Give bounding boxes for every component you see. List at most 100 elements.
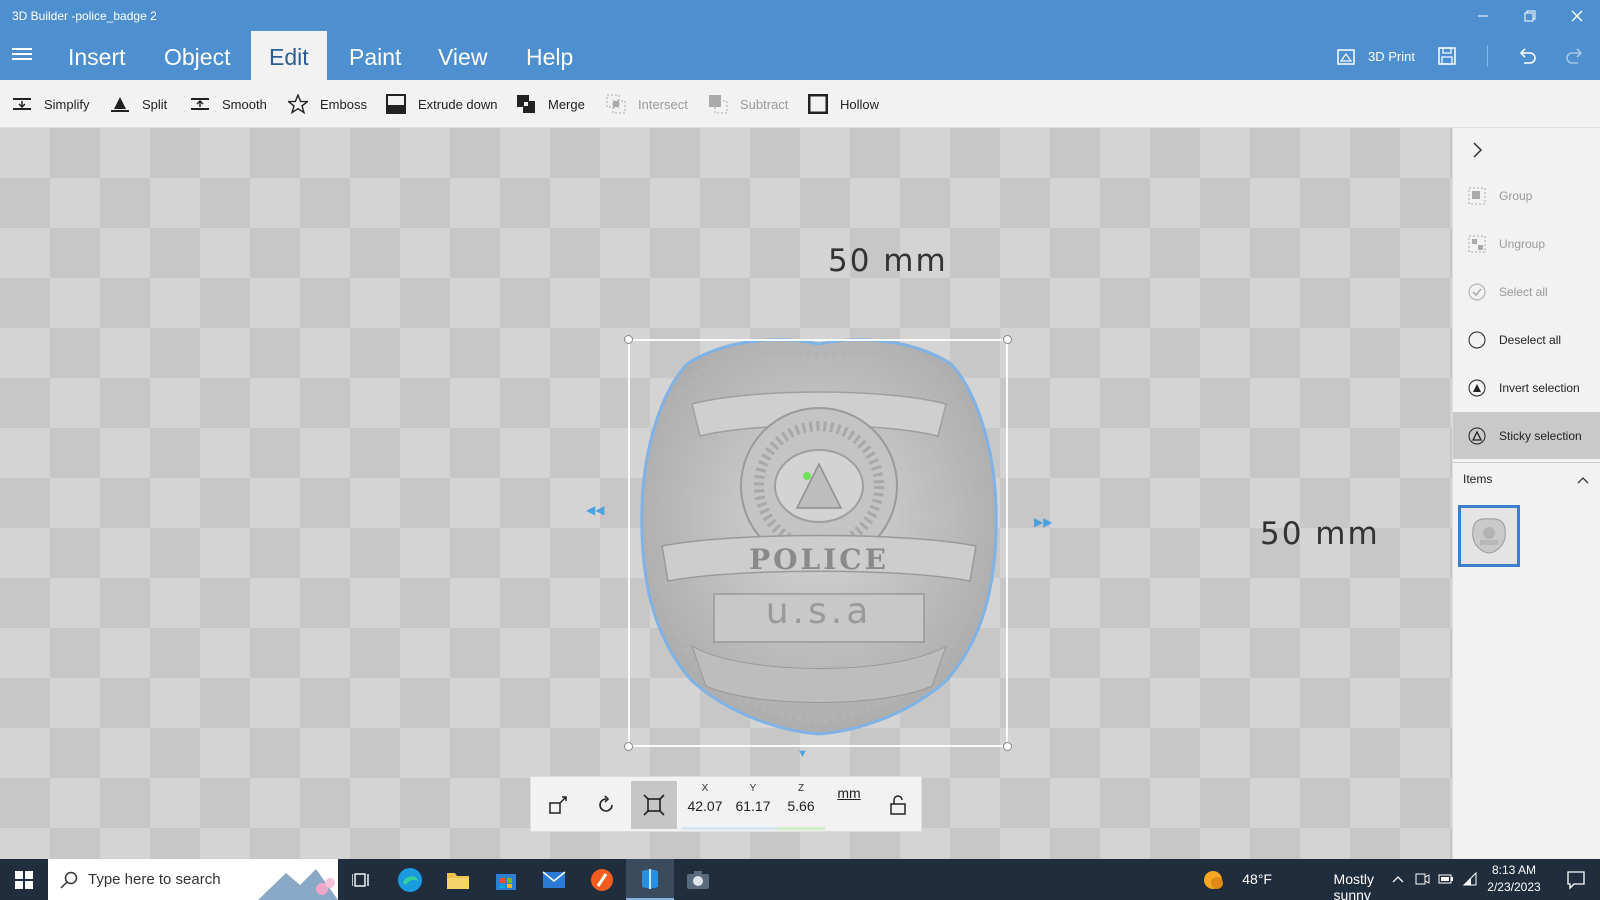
invert-selection-button[interactable]: Invert selection	[1453, 364, 1600, 411]
move-right-arrow-icon[interactable]: ▶▶	[1034, 515, 1052, 529]
task-view-icon[interactable]	[338, 859, 386, 900]
menu-insert[interactable]: Insert	[50, 31, 144, 80]
resize-handle-bottom-left[interactable]	[624, 742, 633, 751]
ungroup-icon	[1467, 234, 1487, 254]
menu-paint[interactable]: Paint	[331, 31, 419, 80]
notifications-icon[interactable]	[1566, 870, 1586, 890]
file-explorer-icon[interactable]	[434, 859, 482, 900]
search-icon	[60, 871, 78, 889]
menu-view[interactable]: View	[420, 31, 505, 80]
clock-time[interactable]: 8:13 AM	[1482, 863, 1546, 877]
search-highlight-image	[256, 859, 338, 900]
edit-toolbar: Simplify Split Smooth Emboss Extrude dow…	[0, 80, 1600, 128]
rotate-tool-button[interactable]	[583, 781, 629, 829]
unit-value[interactable]: mm	[825, 785, 873, 801]
sticky-selection-icon	[1467, 426, 1487, 446]
3d-print-button[interactable]: 3D Print	[1336, 41, 1415, 71]
weather-description[interactable]: Mostly sunny	[1334, 871, 1374, 900]
z-axis-bar	[777, 827, 825, 830]
ungroup-label: Ungroup	[1499, 236, 1546, 251]
extrude-down-icon	[386, 94, 406, 114]
y-dimension-field[interactable]: Y 61.17	[729, 781, 777, 830]
windows-start-icon[interactable]	[0, 859, 48, 900]
y-label: Y	[749, 783, 757, 794]
window-title: 3D Builder -police_badge 2	[12, 9, 157, 23]
collapse-panel-chevron-icon[interactable]	[1467, 140, 1487, 160]
sticky-selection-button[interactable]: Sticky selection	[1453, 412, 1600, 459]
resize-handle-bottom-right[interactable]	[1003, 742, 1012, 751]
merge-button[interactable]: Merge	[516, 80, 585, 128]
menu-help[interactable]: Help	[508, 31, 591, 80]
weather-sun-icon[interactable]	[1202, 869, 1224, 891]
intersect-button[interactable]: Intersect	[606, 80, 688, 128]
move-left-arrow-icon[interactable]: ◀◀	[586, 503, 604, 517]
selection-bounding-box	[624, 335, 1012, 751]
merge-icon	[516, 94, 536, 114]
resize-handle-top-right[interactable]	[1003, 335, 1012, 344]
move-down-arrow-icon[interactable]: ▼	[797, 748, 808, 760]
emboss-button[interactable]: Emboss	[288, 80, 367, 128]
edge-browser-icon[interactable]	[386, 859, 434, 900]
extrude-down-label: Extrude down	[418, 96, 498, 112]
item-thumbnail-police-badge[interactable]	[1458, 505, 1520, 567]
group-icon	[1467, 186, 1487, 206]
microsoft-store-icon[interactable]	[482, 859, 530, 900]
z-dimension-field[interactable]: Z 5.66	[777, 781, 825, 830]
3d-viewport[interactable]: 50 mm 50 mm POLICE u.s.a ◀◀ ▶▶ ▼	[0, 128, 1452, 859]
menu-object[interactable]: Object	[146, 31, 248, 80]
taskbar-search-box[interactable]: Type here to search	[48, 859, 338, 900]
x-axis-bar	[681, 827, 729, 830]
split-button[interactable]: Split	[110, 80, 167, 128]
smooth-button[interactable]: Smooth	[190, 80, 267, 128]
menu-edit[interactable]: Edit	[251, 31, 327, 80]
title-bar: 3D Builder -police_badge 2	[0, 0, 1600, 31]
items-collapse-chevron-up-icon[interactable]	[1575, 472, 1591, 488]
menu-divider	[1487, 45, 1488, 67]
save-icon	[1437, 46, 1457, 66]
mail-icon[interactable]	[530, 859, 578, 900]
camera-app-icon[interactable]	[674, 859, 722, 900]
lock-proportions-button[interactable]	[875, 781, 921, 829]
close-button[interactable]	[1554, 0, 1600, 31]
subtract-button[interactable]: Subtract	[708, 80, 788, 128]
y-axis-bar	[729, 827, 777, 830]
restore-button[interactable]	[1507, 0, 1553, 31]
battery-icon[interactable]	[1438, 871, 1454, 887]
subtract-icon	[708, 94, 728, 114]
ungroup-button[interactable]: Ungroup	[1453, 220, 1600, 267]
group-button[interactable]: Group	[1453, 172, 1600, 219]
unit-selector[interactable]: mm	[825, 781, 873, 801]
hollow-button[interactable]: Hollow	[808, 80, 879, 128]
meet-now-icon[interactable]	[1414, 871, 1430, 887]
resize-handle-top-left[interactable]	[624, 335, 633, 344]
save-button[interactable]	[1437, 41, 1457, 71]
redo-button[interactable]	[1564, 41, 1586, 71]
show-hidden-icons-chevron-icon[interactable]	[1390, 871, 1406, 887]
z-value[interactable]: 5.66	[777, 798, 825, 814]
select-all-label: Select all	[1499, 284, 1548, 299]
undo-icon	[1516, 45, 1538, 67]
3d-builder-taskbar-icon[interactable]	[626, 859, 674, 900]
hamburger-menu-icon[interactable]	[10, 45, 34, 65]
merge-label: Merge	[548, 96, 585, 112]
weather-temperature[interactable]: 48°F	[1242, 871, 1272, 887]
clock-date[interactable]: 2/23/2023	[1482, 880, 1546, 894]
y-value[interactable]: 61.17	[729, 798, 777, 814]
extrude-down-button[interactable]: Extrude down	[386, 80, 498, 128]
minimize-button[interactable]	[1460, 0, 1506, 31]
x-value[interactable]: 42.07	[681, 798, 729, 814]
invert-selection-label: Invert selection	[1499, 380, 1580, 395]
invert-selection-icon	[1467, 378, 1487, 398]
x-dimension-field[interactable]: X 42.07	[681, 781, 729, 830]
move-tool-button[interactable]	[535, 781, 581, 829]
wifi-icon[interactable]	[1462, 871, 1478, 887]
undo-button[interactable]	[1516, 41, 1538, 71]
select-all-button[interactable]: Select all	[1453, 268, 1600, 315]
simplify-button[interactable]: Simplify	[12, 80, 90, 128]
media-app-icon[interactable]	[578, 859, 626, 900]
deselect-all-button[interactable]: Deselect all	[1453, 316, 1600, 363]
star-icon	[288, 94, 308, 114]
split-icon	[110, 94, 130, 114]
scale-tool-button[interactable]	[631, 781, 677, 829]
simplify-icon	[12, 94, 32, 114]
